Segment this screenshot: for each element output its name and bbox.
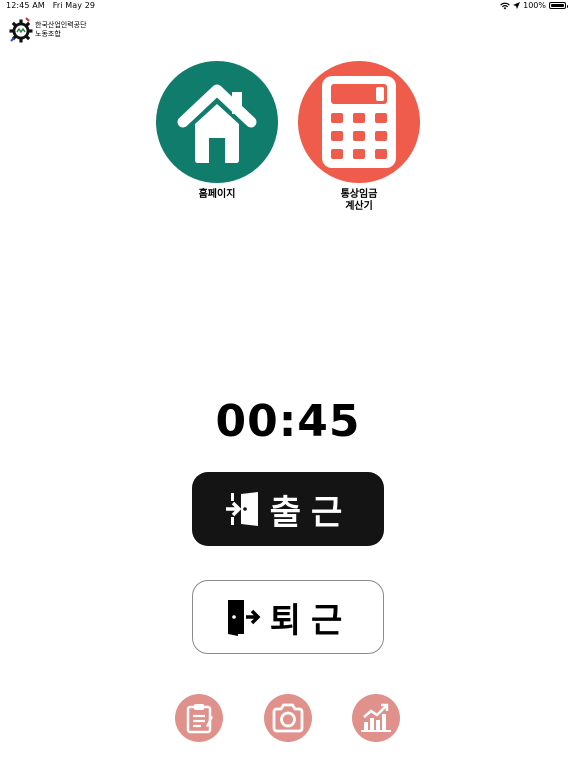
homepage-label: 홈페이지	[198, 189, 236, 200]
chart-button[interactable]	[352, 694, 400, 742]
clipboard-button[interactable]	[175, 694, 223, 742]
logo-text: 한국산업인력공단 노동조합	[35, 21, 87, 38]
camera-icon	[272, 703, 304, 733]
wage-calculator-circle[interactable]	[298, 61, 420, 183]
location-arrow-icon	[513, 2, 521, 9]
gear-logo-icon	[9, 17, 33, 43]
chart-icon	[361, 703, 391, 732]
wage-calculator-button[interactable]: 통상임금 계산기	[289, 61, 429, 213]
clock-in-button[interactable]: 출근	[192, 472, 384, 546]
clock-out-label: 퇴근	[269, 600, 353, 641]
app-screen: 12:45 AM Fri May 29 100% 한국산업인력공단 노동조합 홈…	[0, 0, 576, 768]
status-bar-right: 100%	[500, 1, 568, 10]
status-time: 12:45 AM	[6, 1, 45, 10]
clock-out-button[interactable]: 퇴근	[192, 580, 384, 654]
enter-door-icon	[225, 492, 258, 526]
wifi-icon	[500, 2, 510, 9]
homepage-button[interactable]: 홈페이지	[147, 61, 287, 201]
wage-calculator-label: 통상임금 계산기	[340, 189, 378, 212]
clipboard-icon	[186, 704, 213, 734]
homepage-circle[interactable]	[156, 61, 278, 183]
status-bar-left: 12:45 AM Fri May 29	[6, 1, 95, 10]
camera-button[interactable]	[264, 694, 312, 742]
union-logo: 한국산업인력공단 노동조합	[9, 17, 87, 43]
battery-icon	[549, 2, 568, 9]
home-icon	[177, 84, 257, 163]
elapsed-timer: 00:45	[215, 396, 361, 447]
clock-in-label: 출근	[269, 492, 353, 533]
calculator-icon	[322, 76, 396, 168]
status-date: Fri May 29	[52, 1, 96, 10]
exit-door-icon	[227, 600, 261, 636]
battery-percent: 100%	[523, 1, 546, 10]
